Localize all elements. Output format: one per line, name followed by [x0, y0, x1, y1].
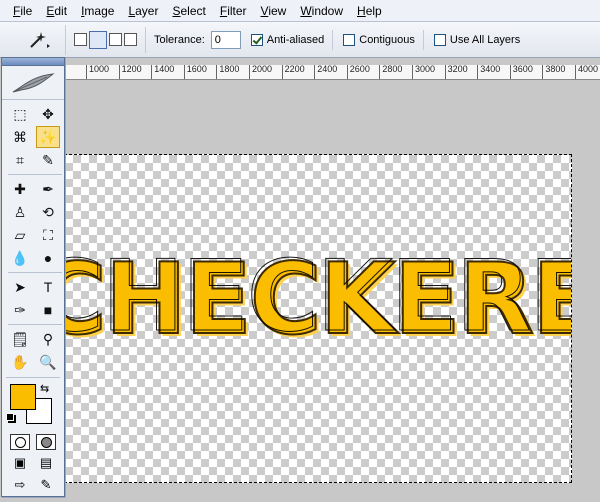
- move-icon[interactable]: ✥: [36, 103, 60, 125]
- subtract-selection-button[interactable]: [109, 33, 122, 46]
- standard-mode-icon: [14, 436, 26, 448]
- toolbox-divider: [8, 174, 62, 175]
- standard-mode-button[interactable]: [10, 434, 30, 450]
- type-icon[interactable]: T: [36, 276, 60, 298]
- contiguous-box: [343, 33, 356, 46]
- brush-icon[interactable]: ✒: [36, 178, 60, 200]
- tool-grid: ⬚ ✥ ⌘ ✨ ⌗ ✎ ✚ ✒ ♙ ⟲ ▱ ⛶ 💧 ● ➤ T ✑ ■ 🗒 ⚲ ✋ 🔍: [2, 100, 64, 373]
- ruler-tick: 2400: [314, 65, 337, 79]
- ruler-tick: 2200: [281, 65, 305, 79]
- swap-colors-icon[interactable]: ⇆: [40, 382, 49, 395]
- contiguous-checkbox[interactable]: Contiguous: [343, 29, 424, 50]
- use-all-layers-label: Use All Layers: [449, 33, 521, 46]
- anti-aliased-checkbox[interactable]: Anti-aliased: [250, 29, 334, 50]
- toolbox: ⬚ ✥ ⌘ ✨ ⌗ ✎ ✚ ✒ ♙ ⟲ ▱ ⛶ 💧 ● ➤ T ✑ ■ 🗒 ⚲ ✋ 🔍 ⇆ ▣ ▤ ⇨ ✎: [1, 57, 65, 497]
- ruler-tick: 1400: [151, 65, 174, 79]
- ruler-tick: 3400: [477, 65, 500, 79]
- document-canvas[interactable]: CHECKERED CHECKERED: [64, 154, 572, 483]
- lasso-icon[interactable]: ⌘: [8, 126, 32, 148]
- selection-outline: CHECKERED: [65, 240, 571, 355]
- full-screen-button[interactable]: ▤: [36, 454, 56, 472]
- magic-wand-icon[interactable]: ✨: [36, 126, 60, 148]
- anti-aliased-label: Anti-aliased: [266, 33, 325, 46]
- add-to-selection-button[interactable]: [89, 30, 107, 49]
- eyedropper-icon[interactable]: ⚲: [36, 328, 60, 350]
- ruler-tick: 1000: [86, 65, 109, 79]
- menu-file[interactable]: File: [6, 0, 39, 22]
- intersect-selection-button[interactable]: [124, 33, 137, 46]
- menu-edit[interactable]: Edit: [39, 0, 74, 22]
- menu-layer[interactable]: Layer: [121, 0, 165, 22]
- toolbox-divider: [8, 272, 62, 273]
- options-bar: Tolerance: 0 Anti-aliased Contiguous Use…: [0, 22, 600, 58]
- jump-group: ⇨ ✎: [2, 476, 64, 494]
- dodge-icon[interactable]: ●: [36, 247, 60, 269]
- shape-icon[interactable]: ■: [36, 299, 60, 321]
- paint-bucket-icon[interactable]: ⛶: [36, 224, 60, 246]
- hand-icon[interactable]: ✋: [8, 351, 32, 373]
- notes-icon[interactable]: 🗒: [8, 328, 32, 350]
- healing-brush-icon[interactable]: ✚: [8, 178, 32, 200]
- ruler-tick: 2000: [249, 65, 272, 79]
- ruler-tick: 1800: [216, 65, 239, 79]
- menu-bar: File Edit Image Layer Select Filter View Window…: [0, 0, 600, 22]
- jump-to-imageready-icon[interactable]: ⇨: [10, 476, 30, 494]
- anti-aliased-check-icon: [250, 33, 263, 46]
- ruler-tick: 3200: [444, 65, 468, 79]
- menu-filter[interactable]: Filter: [213, 0, 254, 22]
- ruler-tick: 3600: [509, 65, 533, 79]
- selection-mode-group: [66, 26, 146, 53]
- tolerance-input[interactable]: 0: [210, 30, 241, 49]
- menu-view[interactable]: View: [254, 0, 294, 22]
- toolbox-divider: [6, 377, 60, 378]
- quick-mask-button[interactable]: [36, 434, 56, 450]
- ruler-tick: 3800: [542, 65, 565, 79]
- menu-select[interactable]: Select: [165, 0, 212, 22]
- foreground-color-swatch[interactable]: [10, 384, 36, 410]
- pen-icon[interactable]: ✑: [8, 299, 32, 321]
- blur-icon[interactable]: 💧: [8, 247, 32, 269]
- canvas-content: CHECKERED CHECKERED: [65, 155, 571, 482]
- feather-icon: [12, 72, 55, 92]
- marquee-icon[interactable]: ⬚: [8, 103, 32, 125]
- menu-window[interactable]: Window: [293, 0, 350, 22]
- default-colors-icon[interactable]: [6, 413, 14, 421]
- color-swatches: ⇆: [2, 382, 64, 432]
- clone-stamp-icon[interactable]: ♙: [8, 201, 32, 223]
- adobe-feather-icon[interactable]: [2, 66, 64, 100]
- horizontal-ruler: 1000 1200 1400 1600 1800 2000 2200 2400 2600 2800…: [66, 65, 600, 80]
- ruler-tick: 2600: [346, 65, 370, 79]
- toolbox-titlebar[interactable]: [2, 58, 64, 66]
- menu-image[interactable]: Image: [74, 0, 121, 22]
- ruler-tick: 1600: [183, 65, 207, 79]
- tool-preset-picker[interactable]: [10, 24, 66, 55]
- ruler-tick: 3000: [412, 65, 435, 79]
- use-all-layers-checkbox[interactable]: Use All Layers: [433, 30, 528, 50]
- zoom-icon[interactable]: 🔍: [36, 351, 60, 373]
- magic-wand-icon: [29, 31, 50, 48]
- history-brush-icon[interactable]: ⟲: [36, 201, 60, 223]
- contiguous-label: Contiguous: [359, 33, 415, 46]
- ruler-tick: 4000: [575, 65, 598, 79]
- use-all-layers-box: [433, 33, 446, 46]
- edit-icon[interactable]: ✎: [36, 476, 56, 494]
- path-selection-icon[interactable]: ➤: [8, 276, 32, 298]
- eraser-icon[interactable]: ▱: [8, 224, 32, 246]
- screen-mode-group: ▣ ▤: [2, 454, 64, 472]
- quick-mask-group: [2, 434, 64, 450]
- tolerance-label: Tolerance:: [154, 33, 205, 46]
- ruler-tick: 2800: [379, 65, 402, 79]
- slice-icon[interactable]: ✎: [36, 149, 60, 171]
- toolbox-divider: [8, 324, 62, 325]
- quick-mask-icon: [40, 436, 52, 448]
- screen-mode-button[interactable]: ▣: [10, 454, 30, 472]
- menu-help[interactable]: Help: [350, 0, 389, 22]
- crop-icon[interactable]: ⌗: [8, 149, 32, 171]
- ruler-tick: 1200: [118, 65, 142, 79]
- new-selection-button[interactable]: [74, 33, 87, 46]
